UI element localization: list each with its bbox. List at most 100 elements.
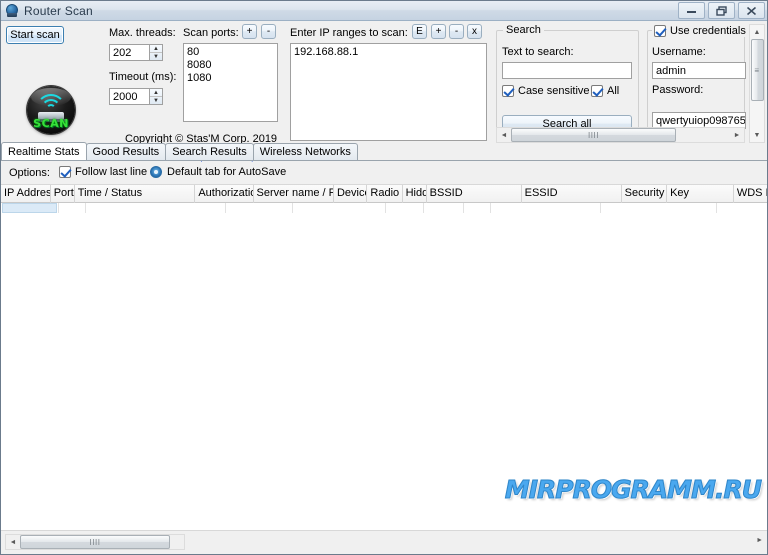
table-column-header[interactable]: BSSID	[427, 185, 522, 203]
logo-text: SCAN	[33, 117, 69, 130]
window-title: Router Scan	[24, 3, 93, 18]
table-column-header[interactable]: Server name / Realm name /	[254, 185, 334, 203]
list-item[interactable]: 80	[187, 46, 274, 59]
add-port-button[interactable]: +	[242, 24, 257, 39]
table-gridline	[385, 203, 386, 213]
scroll-up-arrow-icon[interactable]: ▲	[750, 25, 764, 39]
scroll-left-arrow-icon[interactable]: ◄	[6, 535, 20, 549]
table-column-header[interactable]: Time / Status	[75, 185, 196, 203]
scroll-left-arrow-icon[interactable]: ◄	[497, 128, 511, 142]
clear-ranges-button[interactable]: x	[467, 24, 482, 39]
grip-icon: ≡	[754, 65, 760, 75]
checkbox-icon[interactable]	[654, 25, 666, 37]
hscrollbar-thumb[interactable]: IIII	[511, 128, 676, 142]
ip-ranges-label: Enter IP ranges to scan:	[290, 27, 408, 39]
table-gridline	[292, 203, 293, 213]
tab-realtime-stats[interactable]: Realtime Stats	[1, 142, 87, 160]
title-bar: Router Scan	[1, 1, 767, 21]
case-sensitive-label: Case sensitive	[518, 85, 590, 97]
table-gridline	[423, 203, 424, 213]
table-gridline	[463, 203, 464, 213]
options-row: Options: Follow last line Default tab fo…	[1, 162, 767, 185]
scroll-right-arrow-icon[interactable]: ►	[756, 537, 763, 544]
max-threads-stepper[interactable]: ▲ ▼	[149, 44, 163, 61]
table-header-row: IP AddressPortTime / StatusAuthorization…	[1, 185, 767, 203]
table-gridline	[490, 203, 491, 213]
status-bar: ◄ IIII ►	[1, 530, 767, 554]
table-column-header[interactable]: Radio (Hidden)	[367, 185, 403, 203]
router-scan-window: Router Scan Start scan SCAN Max. threads…	[0, 0, 768, 555]
start-scan-button[interactable]: Start scan	[6, 26, 64, 44]
close-icon[interactable]	[738, 2, 765, 19]
table-column-header[interactable]: Key	[667, 185, 734, 203]
top-panel-vscrollbar[interactable]: ▲ ≡ ▼	[749, 24, 765, 143]
table-gridline	[58, 203, 59, 213]
stepper-up-icon[interactable]: ▲	[150, 89, 162, 97]
username-input[interactable]: admin	[652, 62, 746, 79]
table-column-header[interactable]: Authorization	[195, 185, 254, 203]
table-gridline	[85, 203, 86, 213]
table-column-header[interactable]: IP Address	[1, 185, 51, 203]
ip-ranges-list[interactable]: 192.168.88.1	[290, 43, 487, 141]
list-item[interactable]: 192.168.88.1	[294, 46, 483, 59]
scroll-down-arrow-icon[interactable]: ▼	[750, 128, 764, 142]
table-column-header[interactable]: WDS Device	[734, 185, 767, 203]
list-item[interactable]: 1080	[187, 72, 274, 85]
vscrollbar-thumb[interactable]: ≡	[750, 39, 764, 101]
tab-wireless-networks[interactable]: Wireless Networks	[252, 143, 358, 160]
table-gridline	[716, 203, 717, 213]
default-tab-label: Default tab for AutoSave	[167, 166, 287, 178]
tab-good-results[interactable]: Good Results	[85, 143, 167, 160]
stepper-down-icon[interactable]: ▼	[150, 97, 162, 104]
list-item[interactable]: 8080	[187, 59, 274, 72]
max-threads-label: Max. threads:	[109, 27, 176, 39]
hscrollbar-thumb[interactable]: IIII	[20, 535, 170, 549]
stepper-up-icon[interactable]: ▲	[150, 45, 162, 53]
table-gridline	[225, 203, 226, 213]
table-hscrollbar[interactable]: ◄ IIII	[5, 534, 185, 550]
checkbox-icon[interactable]	[502, 85, 514, 97]
results-table[interactable]: IP AddressPortTime / StatusAuthorization…	[1, 185, 767, 532]
router-globe-icon	[5, 3, 19, 18]
minimize-icon[interactable]	[678, 2, 705, 19]
default-tab-radio[interactable]: Default tab for AutoSave	[150, 166, 286, 178]
tab-search-results[interactable]: Search Results	[165, 143, 254, 160]
restore-icon[interactable]	[708, 2, 735, 19]
follow-last-line-checkbox[interactable]: Follow last line	[59, 166, 147, 178]
password-label: Password:	[652, 84, 704, 96]
case-sensitive-checkbox[interactable]: Case sensitive	[502, 85, 590, 97]
tab-strip: Realtime Stats Good Results Search Resul…	[1, 142, 767, 161]
scroll-right-arrow-icon[interactable]: ►	[730, 128, 744, 142]
grip-icon: IIII	[89, 537, 101, 547]
stepper-down-icon[interactable]: ▼	[150, 53, 162, 60]
remove-range-button[interactable]: -	[449, 24, 464, 39]
username-label: Username:	[652, 46, 706, 58]
checkbox-icon[interactable]	[59, 166, 71, 178]
options-label: Options:	[9, 167, 50, 179]
table-column-header[interactable]: Security	[622, 185, 668, 203]
window-controls	[678, 2, 765, 19]
use-credentials-label: Use credentials	[670, 25, 746, 37]
scan-ports-list[interactable]: 80 8080 1080	[183, 43, 278, 122]
grip-icon: IIII	[588, 130, 599, 140]
selected-cell[interactable]	[2, 203, 57, 213]
edit-ranges-button[interactable]: E	[412, 24, 427, 39]
table-column-header[interactable]: Port	[51, 185, 75, 203]
checkbox-icon[interactable]	[591, 85, 603, 97]
remove-port-button[interactable]: -	[261, 24, 276, 39]
use-credentials-checkbox[interactable]: Use credentials	[652, 25, 748, 37]
timeout-stepper[interactable]: ▲ ▼	[149, 88, 163, 105]
table-column-header[interactable]: Device type	[334, 185, 368, 203]
follow-last-line-label: Follow last line	[75, 166, 148, 178]
search-input[interactable]	[502, 62, 632, 79]
timeout-label: Timeout (ms):	[109, 71, 177, 83]
router-scan-logo: SCAN	[27, 86, 75, 134]
table-column-header[interactable]: Hidden	[403, 185, 427, 203]
scan-ports-label: Scan ports:	[183, 27, 239, 39]
table-column-header[interactable]: ESSID	[522, 185, 622, 203]
search-all-checkbox[interactable]: All	[591, 85, 619, 97]
add-range-button[interactable]: +	[431, 24, 446, 39]
search-panel-hscrollbar[interactable]: ◄ IIII ►	[496, 127, 745, 143]
radio-icon[interactable]	[150, 166, 162, 178]
table-gridline	[600, 203, 601, 213]
